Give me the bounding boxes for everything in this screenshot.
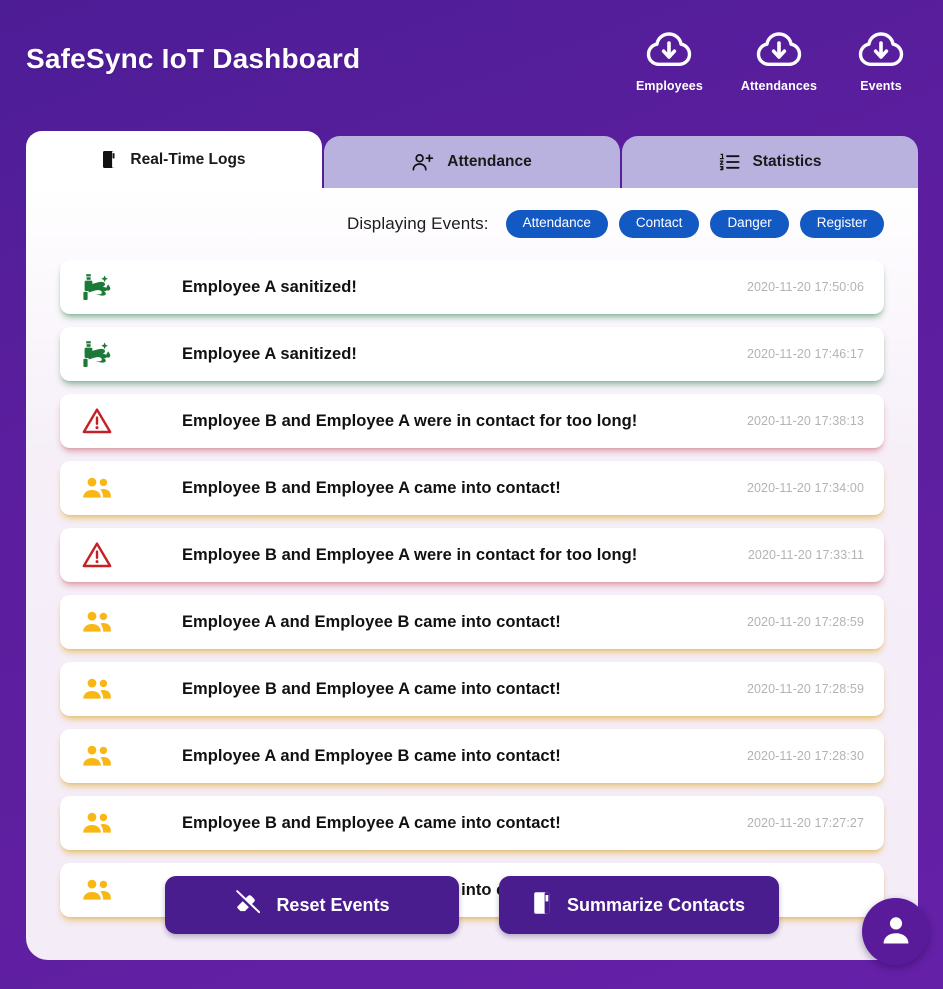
event-message: Employee B and Employee A were in contac…: [182, 411, 638, 430]
event-message: Employee B and Employee A came into cont…: [182, 478, 561, 497]
event-timestamp: 2020-11-20 17:38:13: [746, 414, 864, 428]
event-row[interactable]: Employee B and Employee A came into cont…: [60, 461, 884, 515]
reset-events-label: Reset Events: [276, 894, 390, 915]
filter-bar: Displaying Events: Attendance Contact Da…: [26, 188, 918, 248]
event-message: Employee A and Employee B came into cont…: [182, 612, 561, 631]
event-row[interactable]: Employee A and Employee B came into cont…: [60, 729, 884, 783]
panel-body: Displaying Events: Attendance Contact Da…: [26, 188, 918, 960]
event-row[interactable]: Employee B and Employee A were in contac…: [60, 528, 884, 582]
sanitizer-icon: [82, 272, 126, 302]
filter-button-contact[interactable]: Contact: [618, 210, 700, 238]
tab-attendance[interactable]: Attendance: [324, 136, 620, 188]
app-header: SafeSync IoT Dashboard Employees Attenda…: [0, 0, 943, 118]
event-message: Employee A sanitized!: [182, 344, 357, 363]
list-ordered-icon: [719, 153, 740, 171]
summarize-contacts-label: Summarize Contacts: [566, 894, 746, 915]
event-timestamp: 2020-11-20 17:27:27: [746, 816, 864, 830]
tab-statistics[interactable]: Statistics: [622, 136, 918, 188]
event-row[interactable]: Employee A sanitized! 2020-11-20 17:46:17: [60, 327, 884, 381]
event-row[interactable]: Employee A and Employee B came into cont…: [60, 595, 884, 649]
header-action-label: Employees: [635, 78, 703, 93]
cloud-download-icon: [855, 30, 907, 74]
event-row[interactable]: Employee A sanitized! 2020-11-20 17:50:06: [60, 260, 884, 314]
tab-label: Statistics: [752, 153, 822, 170]
header-actions: Employees Attendances Events: [636, 30, 907, 93]
footer-actions: Reset Events Summarize Contacts: [26, 876, 918, 934]
tab-bar: Real-Time Logs Attendance Statistics: [26, 130, 918, 188]
people-icon: [82, 677, 126, 701]
reset-events-button[interactable]: Reset Events: [164, 876, 459, 934]
cloud-download-icon: [643, 30, 695, 74]
eraser-slash-icon: [234, 889, 261, 921]
people-icon: [82, 476, 126, 500]
summarize-contacts-button[interactable]: Summarize Contacts: [498, 876, 780, 934]
tab-label: Real-Time Logs: [130, 150, 246, 168]
profile-fab-button[interactable]: [862, 898, 929, 965]
event-message: Employee B and Employee A came into cont…: [182, 679, 561, 698]
header-action-events[interactable]: Events: [855, 30, 907, 93]
cloud-download-icon: [753, 30, 805, 74]
header-action-employees[interactable]: Employees: [636, 30, 703, 93]
tab-label: Attendance: [447, 153, 532, 170]
user-icon: [878, 912, 914, 951]
sanitizer-icon: [82, 339, 126, 369]
book-icon: [533, 891, 551, 920]
event-timestamp: 2020-11-20 17:34:00: [746, 481, 864, 495]
event-message: Employee B and Employee A were in contac…: [182, 545, 638, 564]
event-row[interactable]: Employee B and Employee A were in contac…: [60, 394, 884, 448]
header-action-label: Attendances: [740, 78, 817, 93]
people-icon: [82, 610, 126, 634]
event-row[interactable]: Employee B and Employee A came into cont…: [60, 796, 884, 850]
filter-button-register[interactable]: Register: [799, 210, 884, 238]
dashboard-panel: Real-Time Logs Attendance Statistics Dis…: [26, 130, 918, 960]
people-icon: [82, 811, 126, 835]
event-message: Employee A sanitized!: [182, 277, 357, 296]
header-action-attendances[interactable]: Attendances: [741, 30, 817, 93]
filter-label: Displaying Events:: [346, 213, 489, 233]
people-icon: [82, 744, 126, 768]
warning-icon: [82, 407, 126, 435]
event-timestamp: 2020-11-20 17:28:59: [746, 615, 864, 629]
event-message: Employee A and Employee B came into cont…: [182, 746, 561, 765]
user-plus-icon: [412, 153, 434, 172]
event-row[interactable]: Employee B and Employee A came into cont…: [60, 662, 884, 716]
warning-icon: [82, 541, 126, 569]
event-timestamp: 2020-11-20 17:46:17: [746, 347, 864, 361]
event-list[interactable]: Employee A sanitized! 2020-11-20 17:50:06…: [26, 260, 918, 960]
event-timestamp: 2020-11-20 17:33:11: [747, 548, 864, 562]
filter-button-attendance[interactable]: Attendance: [505, 210, 608, 238]
tab-real-time-logs[interactable]: Real-Time Logs: [26, 131, 322, 188]
header-action-label: Events: [860, 78, 902, 93]
event-timestamp: 2020-11-20 17:28:59: [746, 682, 864, 696]
event-timestamp: 2020-11-20 17:28:30: [746, 749, 864, 763]
event-message: Employee B and Employee A came into cont…: [182, 813, 561, 832]
book-icon: [102, 150, 117, 169]
event-timestamp: 2020-11-20 17:50:06: [746, 280, 864, 294]
filter-button-danger[interactable]: Danger: [710, 210, 789, 238]
page-title: SafeSync IoT Dashboard: [26, 43, 361, 74]
